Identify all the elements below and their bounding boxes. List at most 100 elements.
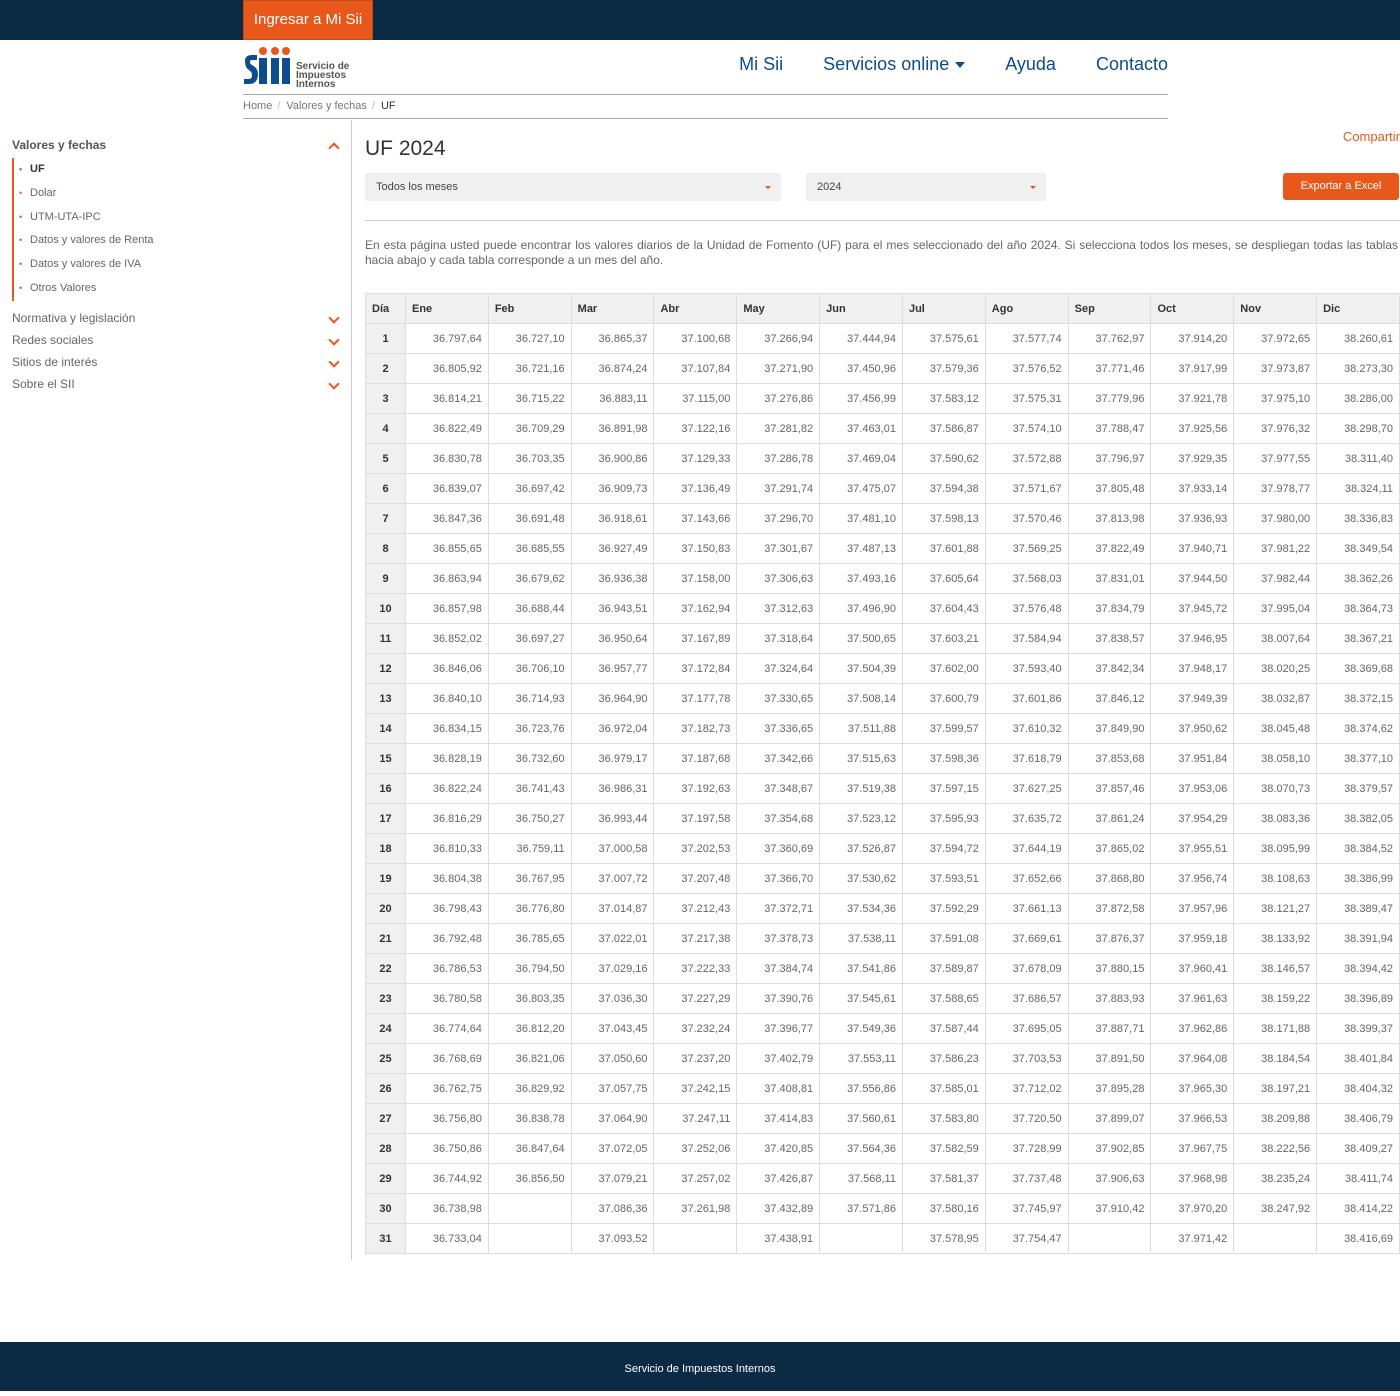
value-cell: 37.432,89 — [736, 1193, 821, 1224]
sidebar-item-utm-uta-ipc[interactable]: • UTM-UTA-IPC — [14, 206, 342, 230]
value-cell: 36.972,04 — [570, 713, 655, 744]
value-cell: 37.576,48 — [984, 593, 1069, 624]
nav-contacto[interactable]: Contacto — [1096, 54, 1168, 75]
sidebar-item-iva[interactable]: • Datos y valores de IVA — [14, 253, 342, 277]
export-excel-button[interactable]: Exportar a Excel — [1283, 173, 1399, 200]
value-cell: 37.594,38 — [901, 473, 986, 504]
share-link[interactable]: Compartir — [1343, 129, 1400, 144]
value-cell: 38.369,68 — [1316, 653, 1400, 684]
value-cell: 37.652,66 — [984, 863, 1069, 894]
value-cell: 38.416,69 — [1316, 1223, 1400, 1254]
value-cell: 37.579,36 — [901, 353, 986, 384]
value-cell: 37.475,07 — [819, 473, 903, 504]
logo-wordmark: Servicio de Impuestos Internos — [296, 62, 349, 90]
value-cell: 37.072,05 — [570, 1133, 655, 1164]
breadcrumb-valores[interactable]: Valores y fechas — [286, 100, 367, 112]
value-cell: 36.957,77 — [570, 653, 655, 684]
value-cell: 37.902,85 — [1067, 1133, 1152, 1164]
value-cell: 37.846,12 — [1067, 683, 1152, 714]
value-cell: 36.821,06 — [487, 1043, 572, 1074]
day-cell: 30 — [365, 1193, 406, 1224]
value-cell: 37.946,95 — [1150, 623, 1235, 654]
value-cell: 38.372,15 — [1316, 683, 1400, 714]
table-row: 20 36.798,43 36.776,80 37.014,87 37.212,43 37… — [365, 893, 1400, 924]
table-row: 9 36.863,94 36.679,62 36.936,38 37.158,00 37.… — [365, 563, 1400, 594]
table-row: 6 36.839,07 36.697,42 36.909,73 37.136,49 37.… — [365, 473, 1400, 504]
value-cell: 36.865,37 — [570, 323, 655, 354]
value-cell: 37.964,08 — [1150, 1043, 1235, 1074]
value-cell: 37.945,72 — [1150, 593, 1235, 624]
value-cell: 36.874,24 — [570, 353, 655, 384]
value-cell: 37.286,78 — [736, 443, 821, 474]
table-row: 29 36.744,92 36.856,50 37.079,21 37.257,02 37… — [365, 1163, 1400, 1194]
value-cell: 36.804,38 — [405, 863, 489, 894]
value-cell: 36.767,95 — [487, 863, 572, 894]
sidebar-section-normativa[interactable]: Normativa y legislación — [12, 311, 342, 325]
value-cell: 37.949,39 — [1150, 683, 1235, 714]
value-cell: 37.571,67 — [984, 473, 1069, 504]
day-cell: 19 — [365, 863, 406, 894]
sidebar-item-otros-valores[interactable]: • Otros Valores — [14, 277, 342, 301]
value-cell: 36.727,10 — [487, 323, 572, 354]
caret-down-icon — [955, 61, 966, 68]
value-cell: 37.420,85 — [736, 1133, 821, 1164]
nav-servicios-online[interactable]: Servicios online — [823, 54, 966, 75]
day-cell: 29 — [365, 1163, 406, 1194]
value-cell: 37.212,43 — [653, 893, 738, 924]
value-cell: 37.541,86 — [819, 953, 903, 984]
value-cell: 37.469,04 — [819, 443, 903, 474]
bullet-icon: • — [19, 164, 23, 174]
sidebar-section-sitios[interactable]: Sitios de interés — [12, 355, 342, 369]
value-cell: 37.618,79 — [984, 743, 1069, 774]
value-cell: 36.733,04 — [405, 1223, 489, 1254]
table-row: 4 36.822,49 36.709,29 36.891,98 37.122,16 37.… — [365, 413, 1400, 444]
sii-logo[interactable]: Servicio de Impuestos Internos — [243, 47, 363, 90]
nav-ayuda[interactable]: Ayuda — [1005, 54, 1056, 75]
value-cell: 37.950,62 — [1150, 713, 1235, 744]
value-cell: 37.605,64 — [901, 563, 986, 594]
value-cell: 37.576,52 — [984, 353, 1069, 384]
page-title: UF 2024 — [365, 137, 446, 160]
value-cell: 36.927,49 — [570, 533, 655, 564]
value-cell: 36.918,61 — [570, 503, 655, 534]
sidebar-heading[interactable]: Valores y fechas — [12, 138, 106, 152]
value-cell: 37.955,51 — [1150, 833, 1235, 864]
value-cell: 37.553,11 — [819, 1043, 903, 1074]
value-cell: 36.688,44 — [487, 593, 572, 624]
value-cell: 37.917,99 — [1150, 353, 1235, 384]
sidebar-item-dolar[interactable]: • Dolar — [14, 182, 342, 206]
value-cell: 37.600,79 — [901, 683, 986, 714]
value-cell: 37.849,90 — [1067, 713, 1152, 744]
value-cell: 37.242,15 — [653, 1073, 738, 1104]
value-cell: 36.863,94 — [405, 563, 489, 594]
column-header-month: Sep — [1067, 293, 1152, 324]
value-cell: 37.899,07 — [1067, 1103, 1152, 1134]
sidebar-section-redes[interactable]: Redes sociales — [12, 333, 342, 347]
value-cell: 36.855,65 — [405, 533, 489, 564]
value-cell: 37.261,98 — [653, 1193, 738, 1224]
login-button[interactable]: Ingresar a Mi Sii — [243, 0, 373, 40]
value-cell: 37.022,01 — [570, 923, 655, 954]
day-cell: 10 — [365, 593, 406, 624]
value-cell: 37.366,70 — [736, 863, 821, 894]
table-row: 14 36.834,15 36.723,76 36.972,04 37.182,73 37… — [365, 713, 1400, 744]
value-cell: 37.771,46 — [1067, 353, 1152, 384]
day-cell: 23 — [365, 983, 406, 1014]
value-cell: 37.257,02 — [653, 1163, 738, 1194]
chevron-up-icon[interactable] — [328, 142, 340, 154]
sidebar-item-label: Otros Valores — [30, 281, 97, 294]
table-row: 17 36.816,29 36.750,27 36.993,44 37.197,58 37… — [365, 803, 1400, 834]
sidebar-item-uf[interactable]: • UF — [14, 158, 342, 182]
year-select[interactable]: 2024 — [806, 173, 1046, 201]
value-cell: 37.995,04 — [1233, 593, 1318, 624]
value-cell: 37.115,00 — [653, 383, 738, 414]
logo-line-3: Internos — [296, 79, 336, 90]
sidebar-item-renta[interactable]: • Datos y valores de Renta — [14, 229, 342, 253]
value-cell: 37.737,48 — [984, 1163, 1069, 1194]
value-cell: 37.202,53 — [653, 833, 738, 864]
value-cell: 38.146,57 — [1233, 953, 1318, 984]
breadcrumb-home[interactable]: Home — [243, 100, 272, 112]
nav-mi-sii[interactable]: Mi Sii — [739, 54, 783, 75]
month-select[interactable]: Todos los meses — [365, 173, 781, 201]
sidebar-section-sobre[interactable]: Sobre el SII — [12, 377, 342, 391]
